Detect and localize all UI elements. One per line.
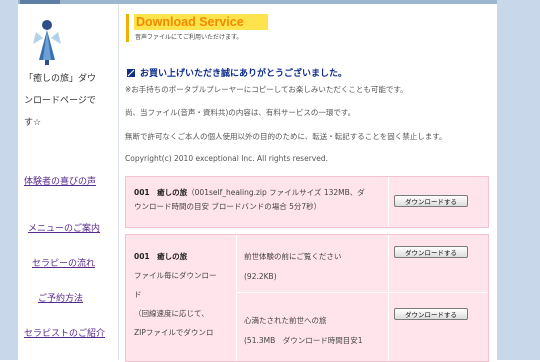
page-title: Download Service bbox=[134, 14, 268, 30]
download-item-title: 001 癒しの旅 bbox=[134, 252, 188, 261]
download-table-per-file: 001 癒しの旅 ファイル毎にダウンロー ド （回線速度に応じて、 ZIPファイ… bbox=[125, 234, 489, 362]
download-table-full: 001 癒しの旅（001self_healing.zip ファイルサイズ 132… bbox=[125, 176, 489, 228]
sidebar-link-reservation[interactable]: ご予約方法 bbox=[38, 291, 83, 304]
table-divider bbox=[388, 177, 389, 227]
table-divider bbox=[388, 235, 389, 361]
download-item-note: （回線速度に応じて、 bbox=[134, 309, 209, 318]
download-item-note: ZIPファイルでダウンロ bbox=[134, 328, 214, 337]
download-item-note: ファイル毎にダウンロー bbox=[134, 271, 217, 280]
main-content: Download Service 音声ファイルにてご利用いただけます。 お買い上… bbox=[119, 4, 497, 362]
thanks-text: お買い上げいただき誠にありがとうございました。 bbox=[140, 69, 348, 79]
square-bullet-icon bbox=[127, 69, 135, 77]
download-item-title: 001 癒しの旅 bbox=[134, 188, 188, 197]
download-button[interactable]: ダウンロードする bbox=[394, 246, 468, 258]
download-item-note: ド bbox=[134, 290, 142, 299]
sidebar-tagline: 「癒しの旅」ダウ ンロードページで す☆ bbox=[24, 68, 106, 134]
note-paid-service: 尚、当ファイル(音声・資料共)の内容は、有料サービスの一環です。 bbox=[125, 108, 356, 117]
file-size: (92.2KB) bbox=[244, 272, 277, 281]
left-frame bbox=[0, 0, 18, 360]
fairy-icon bbox=[33, 20, 61, 65]
sidebar: 「癒しの旅」ダウ ンロードページで す☆ 体験者の喜びの声 メニューのご案内 セ… bbox=[18, 4, 118, 360]
file-row: 前世体験の前にご覧ください (92.2KB) bbox=[244, 247, 384, 287]
download-item-description: 001 癒しの旅（001self_healing.zip ファイルサイズ 132… bbox=[134, 186, 384, 214]
table-divider bbox=[236, 292, 488, 293]
download-item-description: 001 癒しの旅 ファイル毎にダウンロー ド （回線速度に応じて、 ZIPファイ… bbox=[134, 247, 234, 342]
tagline-line: 「癒しの旅」ダウ bbox=[24, 74, 97, 84]
sidebar-link-therapist[interactable]: セラピストのご紹介 bbox=[24, 326, 105, 339]
download-button[interactable]: ダウンロードする bbox=[394, 195, 468, 207]
download-item-details: ウンロード時間の目安 ブロードバンドの場合 5分7秒） bbox=[134, 202, 322, 211]
tagline-line: ンロードページで bbox=[24, 96, 96, 106]
download-item-details: （001self_healing.zip ファイルサイズ 132MB、ダ bbox=[187, 188, 365, 197]
page-subtitle: 音声ファイルにてご利用いただけます。 bbox=[135, 34, 243, 41]
table-divider bbox=[236, 235, 237, 361]
file-name: 心満たされた前世への旅 bbox=[244, 316, 327, 325]
note-portable: ※お手持ちのポータブルプレーヤーにコピーしてお楽しみいただくことも可能です。 bbox=[125, 85, 408, 94]
sidebar-link-therapy-flow[interactable]: セラピーの流れ bbox=[32, 256, 95, 269]
sidebar-link-menu[interactable]: メニューのご案内 bbox=[28, 221, 100, 234]
download-service-header: Download Service 音声ファイルにてご利用いただけます。 bbox=[126, 14, 269, 42]
file-name: 前世体験の前にご覧ください bbox=[244, 252, 342, 261]
note-prohibition: 無断で許可なくご本人の個人使用以外の目的のために、転送・転記することを固く禁止し… bbox=[125, 132, 447, 141]
file-row: 心満たされた前世への旅 (51.3MB ダウンロード時間目安1 bbox=[244, 311, 386, 351]
file-size: (51.3MB ダウンロード時間目安1 bbox=[244, 336, 363, 345]
thanks-heading: お買い上げいただき誠にありがとうございました。 bbox=[127, 66, 347, 79]
download-button[interactable]: ダウンロードする bbox=[394, 308, 468, 320]
right-frame bbox=[497, 0, 540, 360]
tagline-line: す☆ bbox=[24, 118, 42, 128]
copyright: Copyright(c) 2010 exceptional Inc. All r… bbox=[125, 154, 328, 163]
sidebar-link-testimonials[interactable]: 体験者の喜びの声 bbox=[24, 174, 96, 187]
